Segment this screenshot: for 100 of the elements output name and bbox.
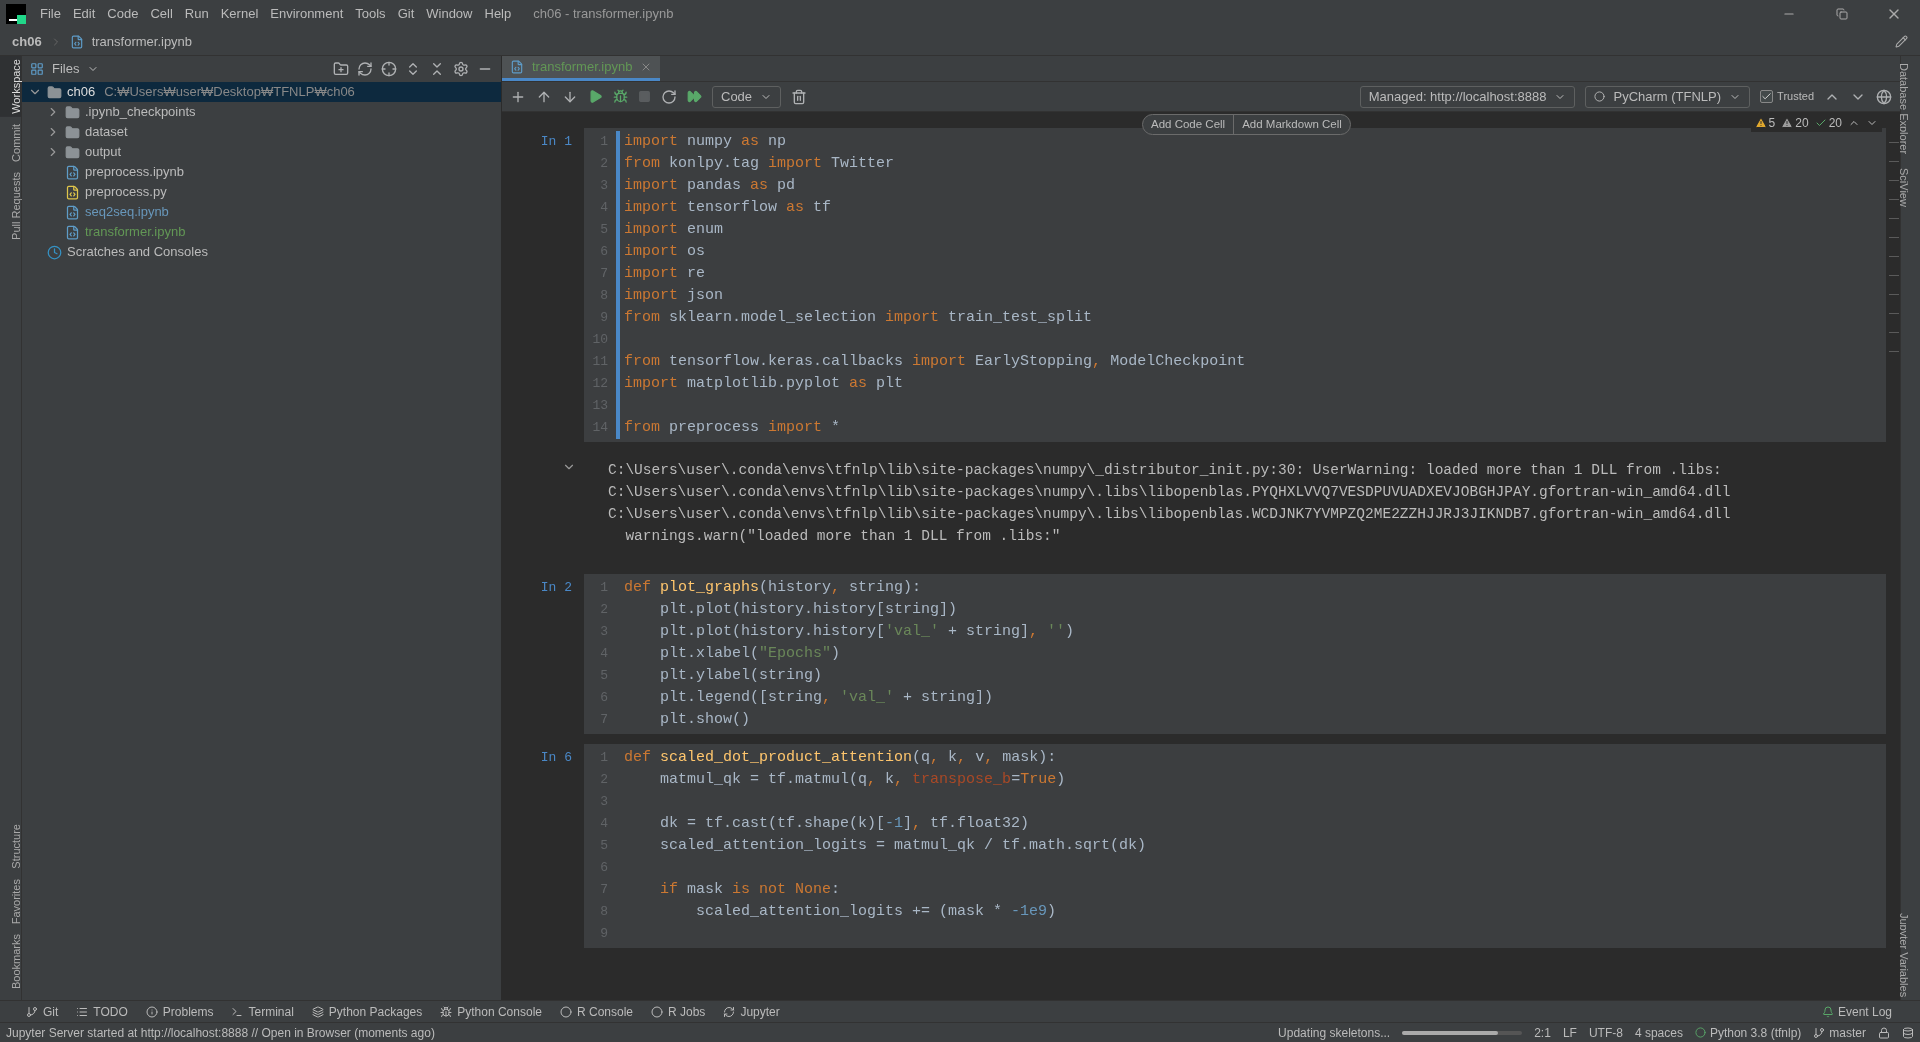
notebook-file-icon: [65, 164, 80, 180]
tool-window-tab[interactable]: SciView: [1901, 165, 1920, 211]
tool-window-button[interactable]: Git: [26, 1002, 59, 1021]
check-icon: [1761, 91, 1773, 102]
run-icon[interactable]: [588, 89, 603, 104]
globe-icon[interactable]: [1876, 88, 1892, 105]
tree-item[interactable]: preprocess.py: [22, 182, 501, 202]
tree-item[interactable]: preprocess.ipynb: [22, 162, 501, 182]
breadcrumb-item[interactable]: ch06: [12, 31, 42, 52]
circle-icon: [1594, 91, 1606, 102]
tool-window-tab[interactable]: Favorites: [0, 875, 21, 927]
tool-window-button[interactable]: TODO: [76, 1002, 128, 1021]
inspection-count[interactable]: 20: [1781, 114, 1809, 132]
output-line: C:\Users\user\.conda\envs\tfnlp\lib\site-packages\numpy\_distributor_init.py:30: UserWarning: loaded more than 1 DLL from .libs:: [608, 461, 1723, 480]
inspection-count[interactable]: 20: [1814, 114, 1842, 132]
file-encoding[interactable]: UTF-8: [1588, 1023, 1623, 1042]
debug-icon[interactable]: [613, 89, 628, 104]
code-line: from konlpy.tag import Twitter: [624, 155, 895, 172]
git-branch[interactable]: master: [1813, 1023, 1866, 1042]
tree-item[interactable]: seq2seq.ipynb: [22, 202, 501, 222]
file-name: transformer.ipynb: [85, 223, 186, 242]
status-message[interactable]: Jupyter Server started at http://localhost:8888 // Open in Browser (moments ago): [6, 1023, 435, 1042]
tool-window-button[interactable]: Problems: [145, 1002, 214, 1021]
code-line: plt.show(): [659, 711, 751, 728]
tool-window-tab[interactable]: Structure: [0, 821, 21, 872]
edit-icon[interactable]: [1895, 35, 1908, 48]
line-separator[interactable]: LF: [1562, 1023, 1577, 1042]
tree-item[interactable]: ch06 C:₩Users₩user₩Desktop₩TFNLP₩ch06: [22, 82, 501, 102]
code-cell[interactable]: [584, 128, 1886, 442]
tool-window-tab[interactable]: Bookmarks: [0, 930, 21, 992]
tool-window-button[interactable]: Terminal: [231, 1002, 294, 1021]
kernel-dropdown[interactable]: PyCharm (TFNLP): [1585, 85, 1751, 108]
tool-window-button[interactable]: Python Packages: [311, 1002, 423, 1021]
view-selector[interactable]: Files: [52, 59, 100, 79]
settings-icon[interactable]: [453, 61, 469, 77]
menu-item[interactable]: Window: [420, 4, 479, 24]
tool-window-tab[interactable]: Workspace: [0, 56, 21, 117]
code-line: plt.ylabel(string): [659, 667, 823, 684]
indent-setting[interactable]: 4 spaces: [1634, 1023, 1683, 1042]
event-log-button[interactable]: Event Log: [1821, 1002, 1892, 1021]
caret-position[interactable]: 2:1: [1534, 1023, 1551, 1042]
folder-icon: [47, 84, 62, 100]
server-dropdown[interactable]: Managed: http://localhost:8888: [1359, 85, 1576, 108]
tree-item[interactable]: Scratches and Consoles: [22, 242, 501, 262]
terminal-icon: [231, 1005, 244, 1018]
interpreter[interactable]: Python 3.8 (tfnlp): [1694, 1023, 1802, 1042]
delete-icon[interactable]: [791, 88, 808, 105]
window-title: ch06 - transformer.ipynb: [533, 5, 674, 24]
folder-path: C:₩Users₩user₩Desktop₩TFNLP₩ch06: [104, 83, 355, 102]
run-all-icon[interactable]: [687, 89, 702, 104]
code-line: def plot_graphs(history, string):: [624, 579, 922, 596]
inspection-count[interactable]: 5: [1754, 114, 1776, 132]
layers-icon: [311, 1005, 324, 1018]
tool-window-tab[interactable]: Database Explorer: [1901, 60, 1920, 158]
menu-item[interactable]: Help: [478, 4, 518, 24]
cell-prompt: In 6: [540, 749, 572, 767]
tool-window-button[interactable]: R Console: [560, 1002, 633, 1021]
tool-window-button[interactable]: R Jobs: [651, 1002, 706, 1021]
tool-window-button[interactable]: Jupyter: [723, 1002, 780, 1021]
code-line: import os: [624, 243, 706, 260]
tree-item[interactable]: transformer.ipynb: [22, 222, 501, 242]
locate-icon[interactable]: [381, 61, 397, 77]
tool-window-tab[interactable]: Commit: [0, 120, 21, 165]
file-name: preprocess.py: [85, 183, 167, 202]
database-icon[interactable]: [1902, 1026, 1914, 1039]
cell-prompt: In 2: [540, 579, 572, 597]
cell-type-dropdown[interactable]: Code: [712, 85, 782, 108]
add-markdown-cell-button[interactable]: Add Markdown Cell: [1234, 115, 1350, 135]
folder-icon: [65, 104, 80, 120]
menu-item[interactable]: Environment: [264, 4, 350, 24]
menu-item[interactable]: File: [34, 4, 67, 24]
restore-icon[interactable]: [1836, 8, 1848, 20]
menu-item[interactable]: Tools: [349, 4, 392, 24]
lock-icon[interactable]: [1878, 1026, 1890, 1039]
code-line: import json: [624, 287, 724, 304]
tree-item[interactable]: .ipynb_checkpoints: [22, 102, 501, 122]
trusted-label: Trusted: [1777, 89, 1814, 105]
app-logo-icon: [6, 4, 26, 24]
refresh-icon[interactable]: [357, 61, 373, 77]
menu-item[interactable]: Code: [101, 4, 145, 24]
breadcrumb-item[interactable]: transformer.ipynb: [91, 31, 193, 52]
tree-item[interactable]: dataset: [22, 122, 501, 142]
menu-item[interactable]: Cell: [144, 4, 179, 24]
cell-prompt: In 1: [540, 133, 572, 151]
weak-warning-icon: [1781, 117, 1794, 129]
trusted-checkbox[interactable]: [1760, 90, 1774, 103]
code-line: from sklearn.model_selection import train_test_split: [624, 309, 1093, 326]
code-line: from preprocess import *: [624, 419, 841, 436]
code-line: if mask is not None:: [659, 881, 841, 898]
menu-item[interactable]: Run: [178, 4, 215, 24]
menu-item[interactable]: Git: [391, 4, 421, 24]
tool-window-button[interactable]: Python Console: [440, 1002, 542, 1021]
menu-item[interactable]: Edit: [66, 4, 102, 24]
new-folder-icon[interactable]: [333, 61, 349, 77]
notebook-file-icon: [510, 60, 524, 74]
file-name: seq2seq.ipynb: [85, 203, 169, 222]
tool-window-tab[interactable]: Pull Requests: [0, 168, 21, 243]
restart-icon[interactable]: [661, 88, 677, 105]
menu-item[interactable]: Kernel: [214, 4, 265, 24]
tree-item[interactable]: output: [22, 142, 501, 162]
